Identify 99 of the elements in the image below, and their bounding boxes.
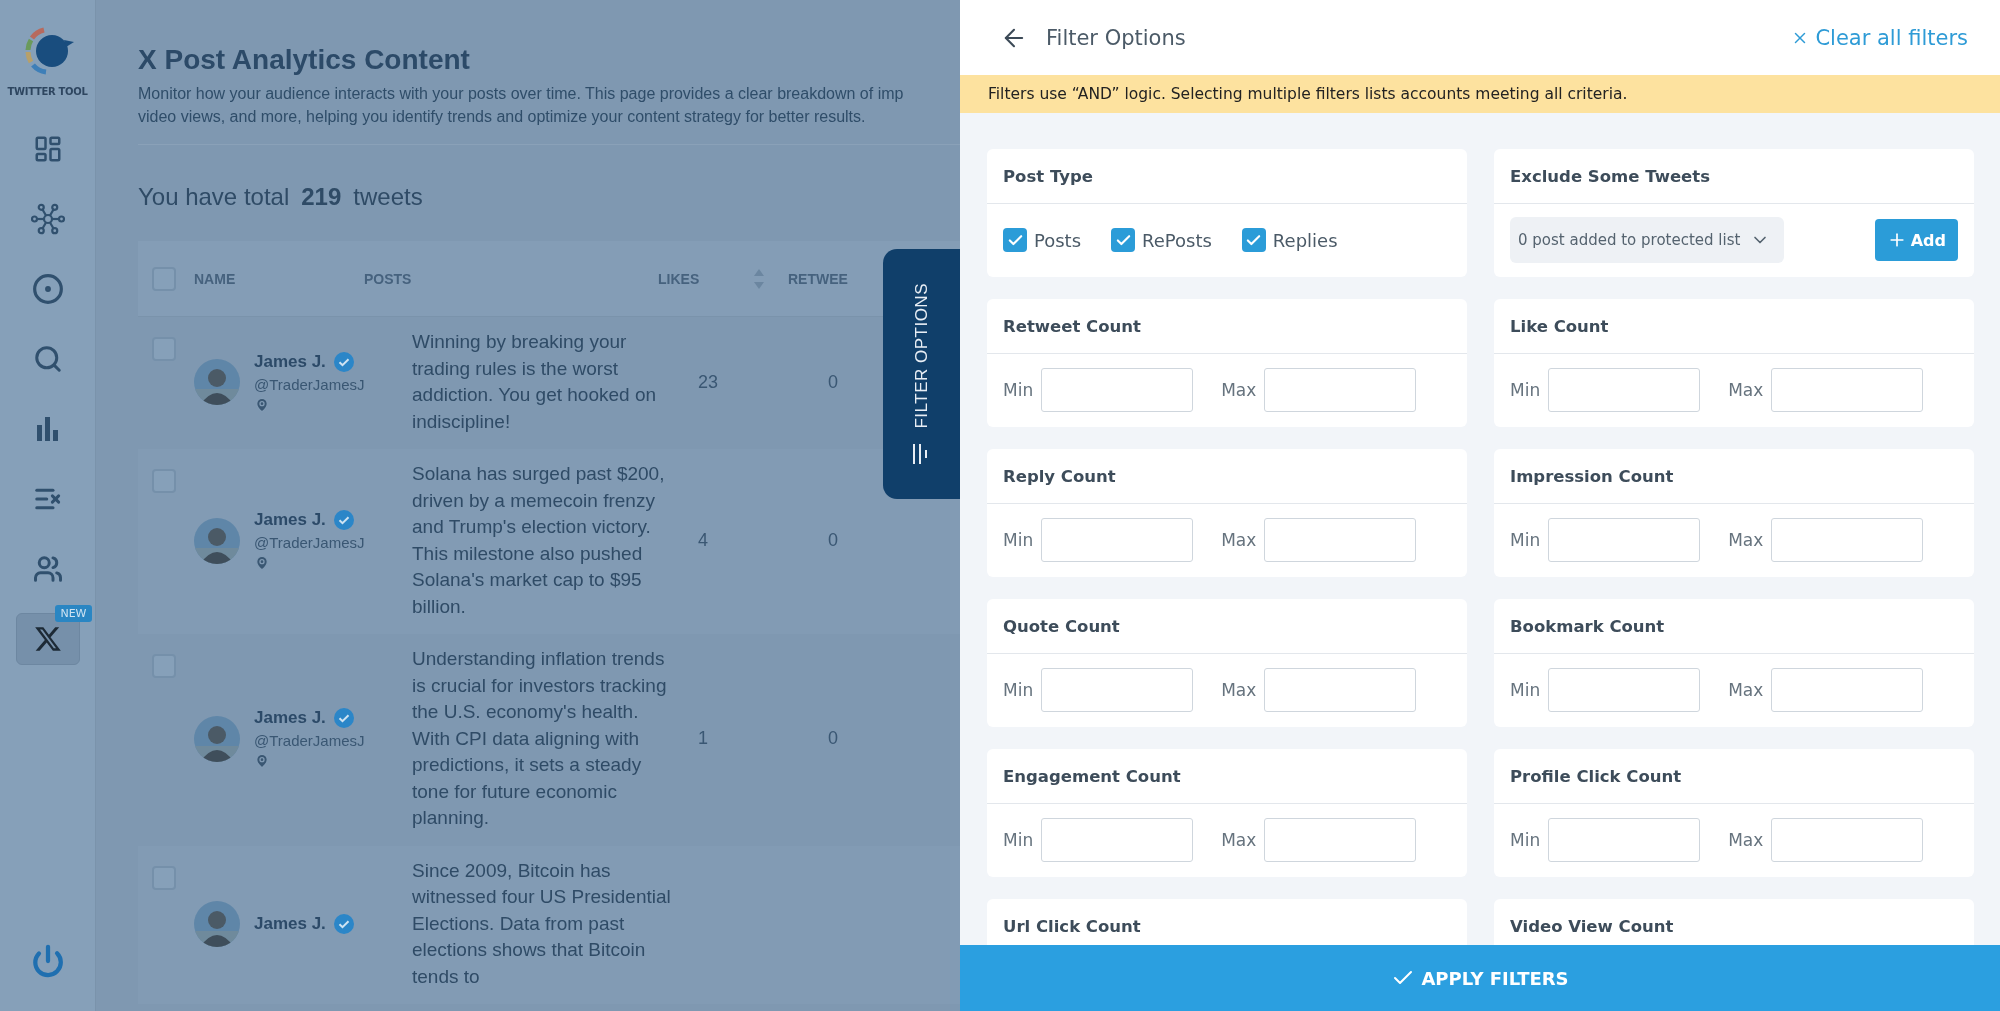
post-text: Winning by breaking your trading rules is the worst addiction. You get hooked on indiscipline! [412, 330, 658, 434]
likes-count: 1 [698, 728, 709, 750]
input-field[interactable] [1771, 368, 1924, 412]
field-label: Min [1003, 830, 1034, 850]
card-title: Quote Count [987, 599, 1467, 654]
location-icon [254, 396, 270, 413]
retweets-count: 0 [828, 371, 839, 393]
input-field[interactable] [1041, 668, 1194, 712]
avatar [194, 359, 240, 405]
input-field[interactable] [1041, 518, 1194, 562]
card-title: Impression Count [1494, 449, 1974, 504]
user-handle: @TraderJamesJ [254, 375, 365, 393]
field-label: Min [1003, 680, 1034, 700]
bar-chart-icon [35, 417, 60, 441]
search-icon [32, 344, 63, 374]
input-field[interactable] [1548, 518, 1701, 562]
input-field[interactable] [1548, 668, 1701, 712]
field-label: Max [1728, 680, 1764, 700]
people-icon [32, 554, 63, 584]
verified-icon [333, 708, 354, 729]
protected-list-dropdown[interactable]: 0 post added to protected list [1510, 217, 1785, 263]
logic-notice: Filters use “AND” logic. Selecting multiple filters lists accounts meeting all criteria. [960, 75, 2000, 113]
new-badge: NEW [55, 605, 92, 622]
post-text: Understanding inflation trends is crucial for investors tracking the U.S. economy's health. With CPI data aligning with predictions, it sets a steady tone for future economic planning. [412, 647, 668, 830]
column-header[interactable]: POSTS [364, 270, 412, 287]
field-label: Max [1221, 680, 1257, 700]
clear-filters-link[interactable]: Clear all filters [1791, 25, 1968, 50]
input-field[interactable] [1548, 368, 1701, 412]
column-header[interactable]: NAME [194, 270, 236, 287]
power-icon [30, 944, 65, 978]
post-text: Since 2009, Bitcoin has witnessed four US Presidential Elections. Data from past elections shows that Bitcoin tends to [412, 858, 672, 989]
input-field[interactable] [1041, 818, 1194, 862]
card-title: Engagement Count [987, 749, 1467, 804]
card-title: Like Count [1494, 299, 1974, 354]
network-icon [30, 202, 65, 236]
likes-count: 23 [698, 371, 720, 393]
field-label: Max [1221, 380, 1257, 400]
avatar [194, 517, 240, 564]
input-field[interactable] [1771, 518, 1924, 562]
add-button[interactable]: Add [1874, 219, 1958, 261]
post-type-checkbox[interactable]: Replies [1241, 228, 1338, 252]
user-name: James J. [254, 708, 326, 729]
retweets-count: 0 [828, 530, 839, 551]
user-handle: @TraderJamesJ [254, 534, 365, 551]
x-logo-icon [33, 625, 62, 653]
input-field[interactable] [1264, 518, 1417, 562]
card-title: Retweet Count [987, 299, 1467, 354]
field-label: Min [1003, 380, 1034, 400]
post-type-checkbox[interactable]: RePosts [1111, 228, 1212, 252]
target-icon [31, 273, 64, 305]
column-header[interactable]: LIKES [658, 270, 700, 287]
verified-icon [333, 913, 354, 934]
field-label: Min [1003, 530, 1034, 550]
retweets-count: 0 [828, 728, 839, 750]
verified-icon [333, 351, 354, 372]
input-field[interactable] [1548, 818, 1701, 862]
input-field[interactable] [1264, 668, 1417, 712]
page-title: X Post Analytics Content [138, 44, 471, 76]
card-title: Exclude Some Tweets [1494, 149, 1974, 204]
field-label: Min [1510, 530, 1541, 550]
input-field[interactable] [1771, 668, 1924, 712]
field-label: Min [1510, 830, 1541, 850]
card-title: Profile Click Count [1494, 749, 1974, 804]
avatar [194, 900, 240, 947]
likes-count: 4 [698, 530, 709, 551]
location-icon [254, 753, 270, 770]
field-label: Min [1510, 380, 1541, 400]
filter-options-tab[interactable]: FILTER OPTIONS [883, 249, 960, 499]
user-name: James J. [254, 510, 326, 530]
page-description: Monitor how your audience interacts with your posts over time. This page provides a clear breakdown of imp [138, 84, 905, 104]
total-label: You have total [138, 183, 290, 211]
card-title: Post Type [987, 149, 1467, 204]
input-field[interactable] [1264, 368, 1417, 412]
post-text: Solana has surged past $200, driven by a memecoin frenzy and Trump's election victory. This milestone also pushed Solana's market cap to $95 billion. [412, 462, 666, 619]
logo-text: TWITTER TOOL [7, 86, 88, 97]
field-label: Min [1510, 680, 1541, 700]
total-count: 219 [301, 183, 342, 211]
field-label: Max [1728, 380, 1764, 400]
avatar [194, 715, 240, 762]
input-field[interactable] [1771, 818, 1924, 862]
apply-filters-button[interactable]: APPLY FILTERS [960, 945, 2000, 1011]
field-label: Max [1728, 830, 1764, 850]
page-description: video views, and more, helping you identify trends and optimize your content strategy for better results. [138, 107, 867, 127]
user-name: James J. [254, 351, 326, 372]
field-label: Max [1728, 530, 1764, 550]
card-title: Reply Count [987, 449, 1467, 504]
input-field[interactable] [1264, 818, 1417, 862]
user-handle: @TraderJamesJ [254, 732, 365, 750]
total-unit: tweets [353, 183, 423, 211]
user-name: James J. [254, 913, 326, 934]
field-label: Max [1221, 830, 1257, 850]
post-type-checkbox[interactable]: Posts [1003, 228, 1082, 252]
column-header[interactable]: RETWEE [788, 270, 848, 287]
input-field[interactable] [1041, 368, 1194, 412]
field-label: Max [1221, 530, 1257, 550]
panel-title: Filter Options [1046, 25, 1186, 50]
location-icon [254, 555, 270, 571]
verified-icon [333, 510, 354, 530]
card-title: Bookmark Count [1494, 599, 1974, 654]
